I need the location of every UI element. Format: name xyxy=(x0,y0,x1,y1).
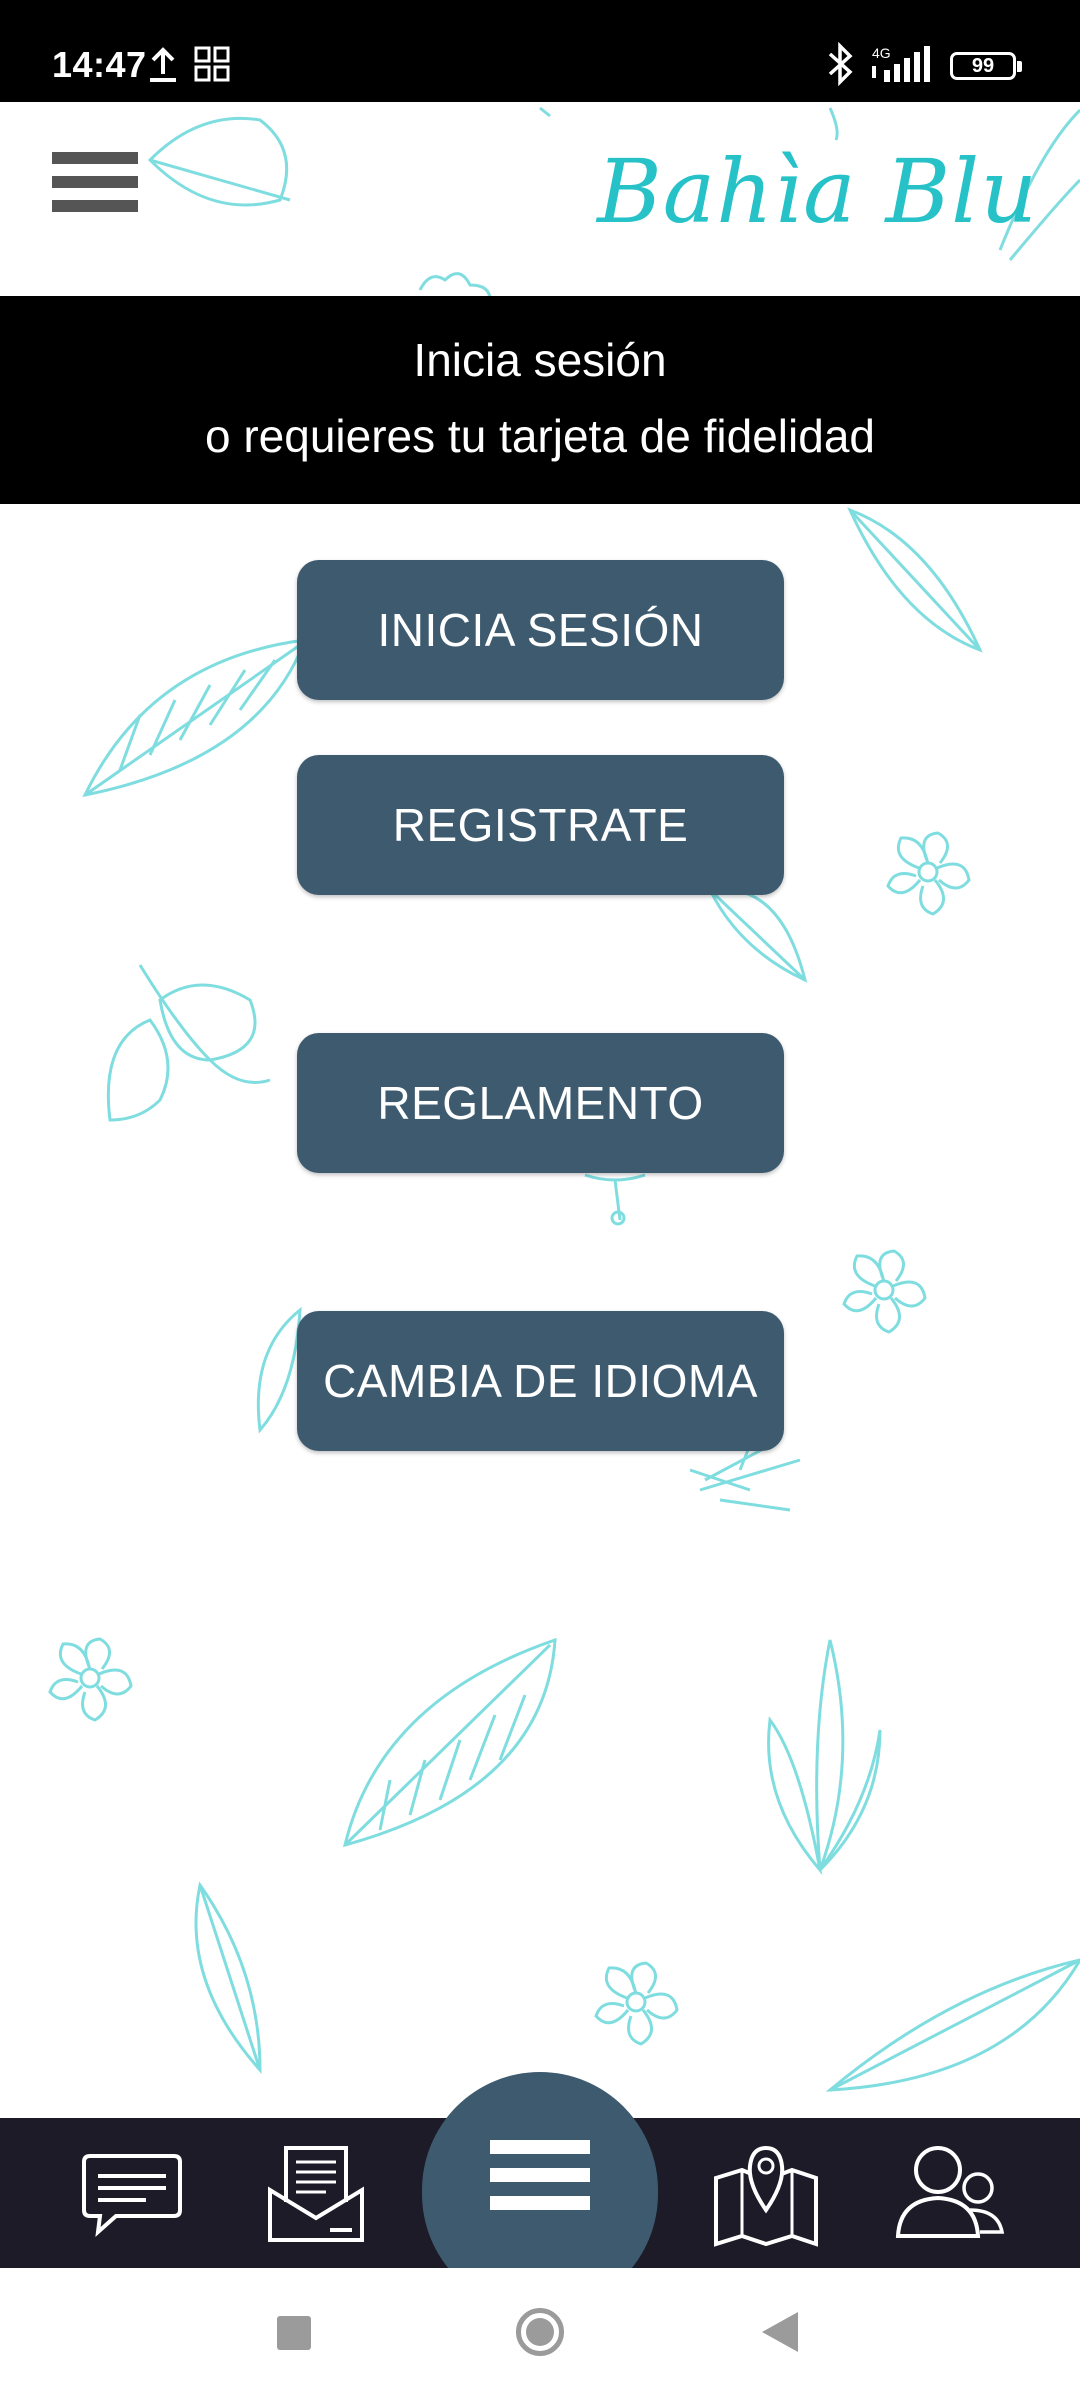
nav-chat[interactable] xyxy=(62,2118,202,2268)
mail-icon xyxy=(268,2146,364,2242)
banner-subtitle: o requieres tu tarjeta de fidelidad xyxy=(205,410,875,462)
bluetooth-icon xyxy=(826,41,856,91)
system-nav xyxy=(0,2268,1080,2400)
menu-icon xyxy=(490,2140,590,2224)
status-bar: 14:47 4G 99 xyxy=(0,0,1080,102)
upload-icon xyxy=(148,46,178,89)
qr-icon xyxy=(194,46,230,87)
users-icon xyxy=(895,2146,1005,2238)
battery-indicator: 99 xyxy=(950,52,1022,80)
nav-mail[interactable] xyxy=(246,2118,386,2268)
brand-logo: Bahìa Blu xyxy=(597,140,1038,243)
login-button[interactable]: INICIA SESIÓN xyxy=(297,560,784,700)
register-button[interactable]: REGISTRATE xyxy=(297,755,784,895)
chat-icon xyxy=(82,2154,182,2238)
home-icon[interactable] xyxy=(516,2308,564,2356)
back-icon[interactable] xyxy=(762,2312,798,2352)
status-time: 14:47 xyxy=(52,44,147,85)
rules-button[interactable]: REGLAMENTO xyxy=(297,1033,784,1173)
recent-apps-icon[interactable] xyxy=(277,2316,311,2350)
hamburger-icon[interactable] xyxy=(52,152,138,214)
nav-profile[interactable] xyxy=(880,2118,1020,2268)
banner-title: Inicia sesión xyxy=(413,334,667,386)
map-icon xyxy=(714,2145,818,2247)
change-language-button[interactable]: CAMBIA DE IDIOMA xyxy=(297,1311,784,1451)
nav-map[interactable] xyxy=(696,2118,836,2268)
signal-icon: 4G xyxy=(868,44,940,89)
login-banner: Inicia sesión o requieres tu tarjeta de … xyxy=(0,296,1080,504)
network-label: 4G xyxy=(872,45,891,61)
